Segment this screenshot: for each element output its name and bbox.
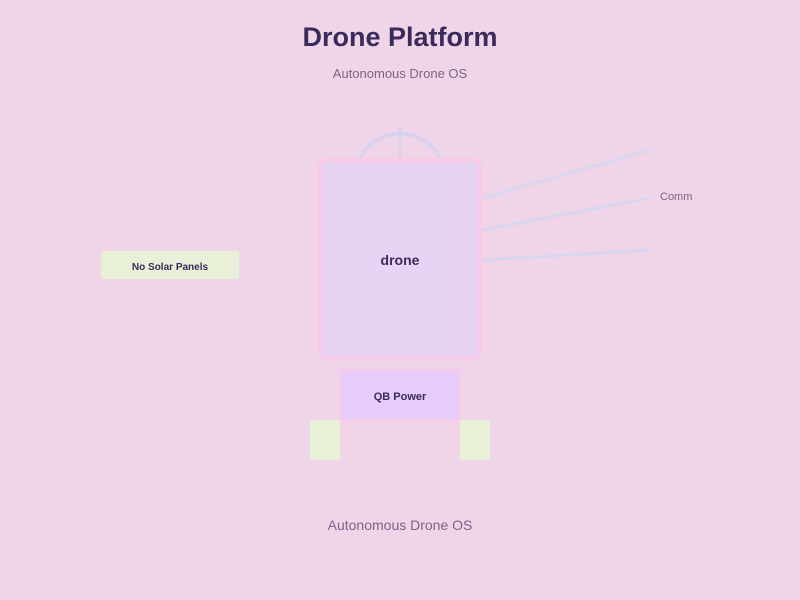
comm-line-3 (481, 248, 651, 262)
footer-text: Autonomous Drone OS (327, 517, 473, 533)
left-foot (310, 420, 340, 460)
comm-line-1 (481, 148, 651, 200)
solar-panel-label: No Solar Panels (132, 262, 209, 273)
right-foot (460, 420, 490, 460)
comm-label: Comm (660, 191, 692, 203)
drone-diagram: drone QB Power No Solar Panels Comm (101, 128, 692, 460)
power-unit-label: QB Power (374, 391, 427, 403)
drone-body-label: drone (381, 252, 420, 268)
comm-line-2 (481, 196, 651, 232)
